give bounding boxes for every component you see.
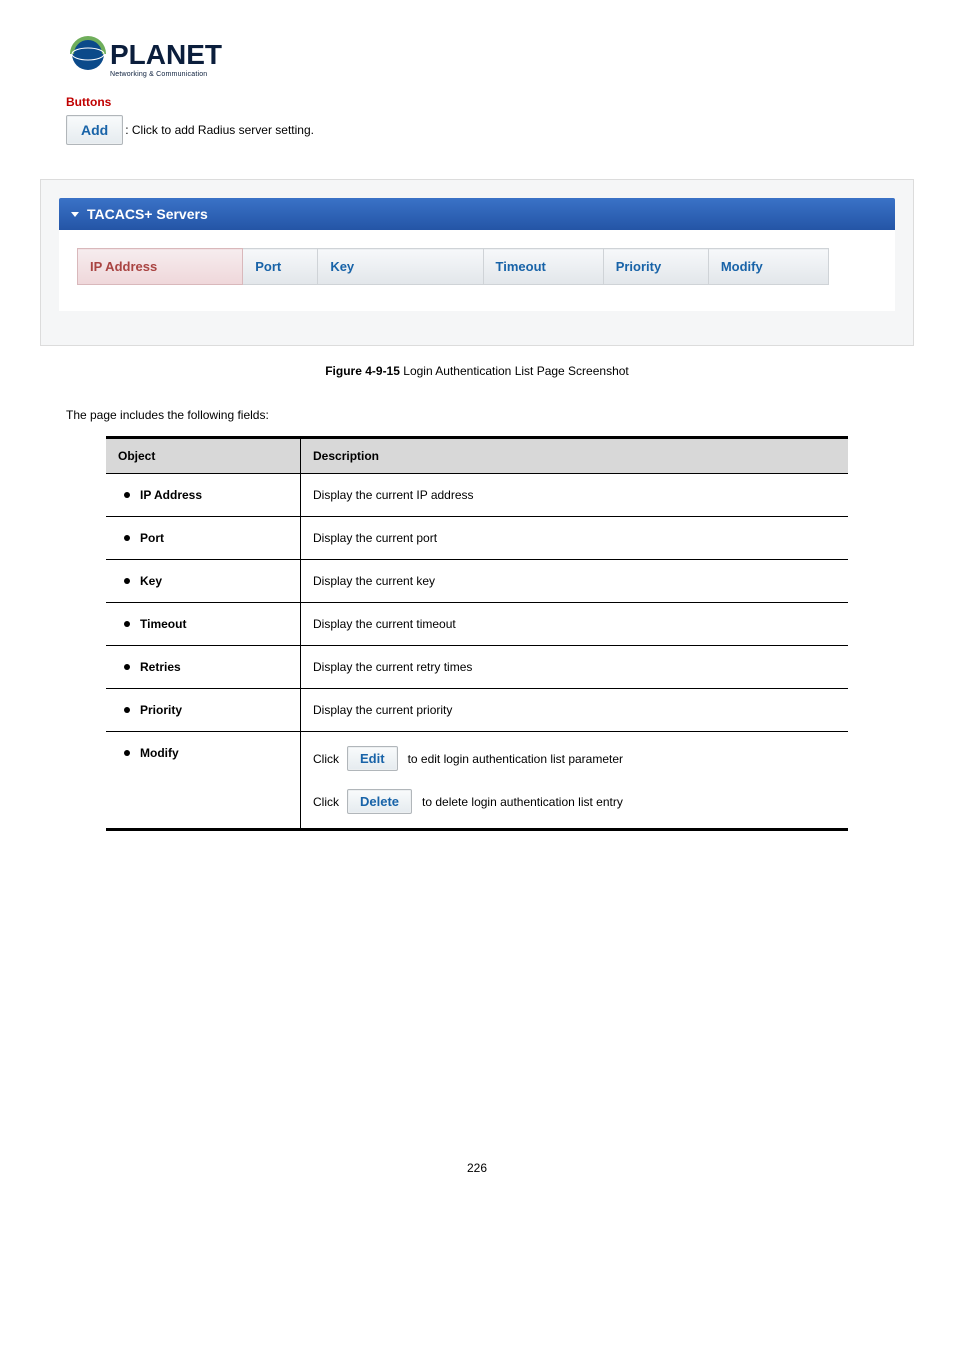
intro-text: The page includes the following fields: bbox=[66, 408, 888, 422]
table-row: IP Address Display the current IP addres… bbox=[106, 474, 848, 517]
tacacs-columns-table: IP Address Port Key Timeout Priority Mod… bbox=[77, 248, 829, 285]
modify-delete-prefix: Click bbox=[313, 795, 339, 809]
bullet-icon bbox=[124, 535, 130, 541]
figure-caption: Figure 4-9-15 Login Authentication List … bbox=[66, 364, 888, 378]
add-button[interactable]: Add bbox=[66, 115, 123, 145]
table-row: Priority Display the current priority bbox=[106, 689, 848, 732]
table-row: Retries Display the current retry times bbox=[106, 646, 848, 689]
modify-edit-suffix: to edit login authentication list parame… bbox=[408, 752, 623, 766]
planet-globe-icon bbox=[72, 38, 104, 70]
fields-header-description: Description bbox=[301, 438, 849, 474]
modify-delete-suffix: to delete login authentication list entr… bbox=[422, 795, 623, 809]
col-timeout: Timeout bbox=[483, 249, 603, 285]
fields-table: Object Description IP Address Display th… bbox=[106, 436, 848, 831]
fields-header-object: Object bbox=[106, 438, 301, 474]
panel-title: TACACS+ Servers bbox=[87, 206, 208, 222]
delete-button[interactable]: Delete bbox=[347, 789, 412, 814]
panel-header[interactable]: TACACS+ Servers bbox=[59, 198, 895, 230]
page-number: 226 bbox=[66, 1161, 888, 1175]
table-row: Port Display the current port bbox=[106, 517, 848, 560]
col-priority: Priority bbox=[603, 249, 708, 285]
table-row-modify: Modify Click Edit to edit login authenti… bbox=[106, 732, 848, 830]
table-row: Timeout Display the current timeout bbox=[106, 603, 848, 646]
col-port: Port bbox=[243, 249, 318, 285]
bullet-icon bbox=[124, 578, 130, 584]
logo-text: PLANET bbox=[110, 39, 222, 70]
tacacs-servers-screenshot: TACACS+ Servers IP Address Port Key Time… bbox=[40, 179, 914, 346]
buttons-heading: Buttons bbox=[66, 95, 888, 109]
bullet-icon bbox=[124, 621, 130, 627]
edit-button[interactable]: Edit bbox=[347, 746, 398, 771]
bullet-icon bbox=[124, 492, 130, 498]
bullet-icon bbox=[124, 750, 130, 756]
col-ip-address: IP Address bbox=[78, 249, 243, 285]
col-key: Key bbox=[318, 249, 483, 285]
modify-edit-prefix: Click bbox=[313, 752, 339, 766]
add-button-desc: : Click to add Radius server setting. bbox=[125, 123, 314, 137]
logo-tagline: Networking & Communication bbox=[110, 71, 207, 78]
col-modify: Modify bbox=[708, 249, 828, 285]
caret-down-icon bbox=[71, 212, 79, 217]
bullet-icon bbox=[124, 664, 130, 670]
bullet-icon bbox=[124, 707, 130, 713]
table-row: Key Display the current key bbox=[106, 560, 848, 603]
brand-logo: PLANET Networking & Communication bbox=[66, 28, 888, 89]
